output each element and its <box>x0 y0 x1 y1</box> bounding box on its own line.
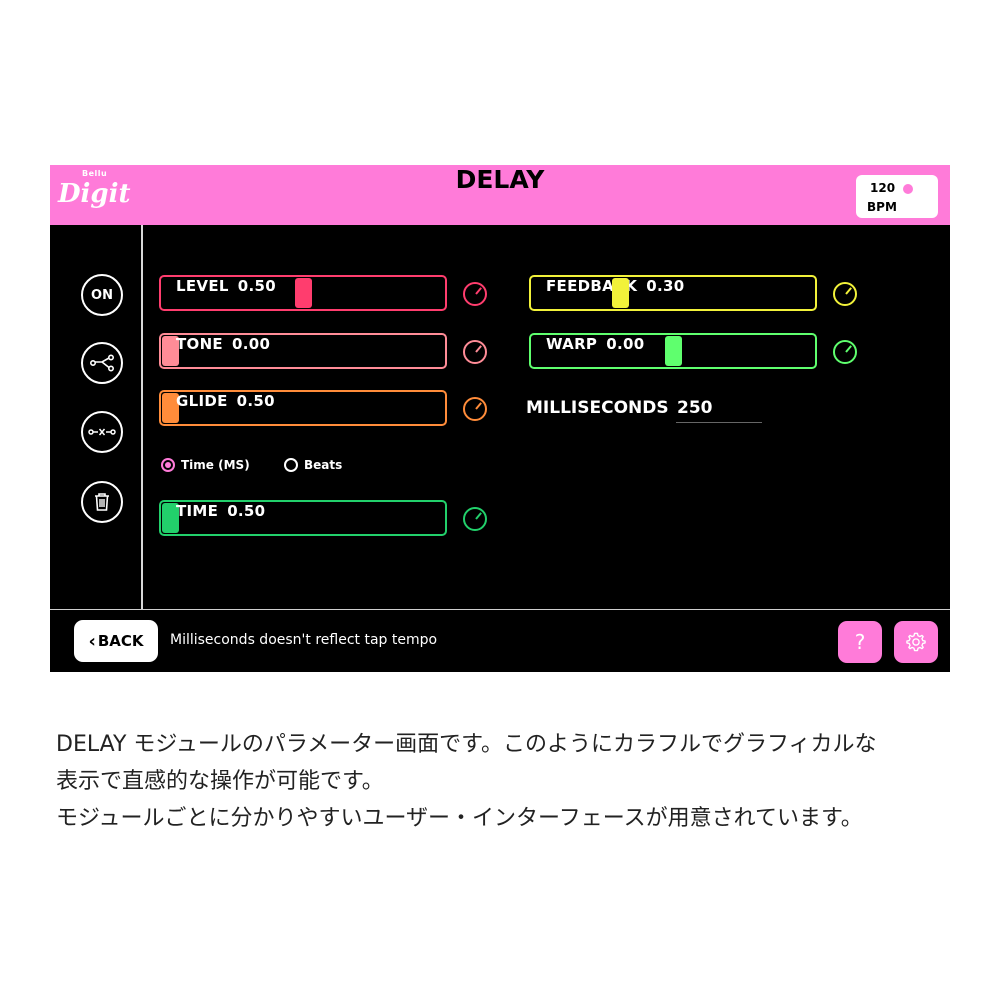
radio-time-ms-label: Time (MS) <box>181 458 250 472</box>
milliseconds-label: MILLISECONDS <box>526 398 669 418</box>
radio-time-ms-circle[interactable] <box>161 458 175 472</box>
delete-module-button[interactable] <box>81 481 123 523</box>
question-icon: ? <box>854 630 866 654</box>
radio-beats-circle[interactable] <box>284 458 298 472</box>
time-value: 0.50 <box>227 502 266 520</box>
warp-slider-text: WARP 0.00 <box>546 335 644 367</box>
on-toggle-button[interactable]: ON <box>81 274 123 316</box>
back-button[interactable]: ‹ BACK <box>74 620 158 662</box>
caption-text: DELAY モジュールのパラメーター画面です。このようにカラフルでグラフィカルな… <box>56 726 956 837</box>
feedback-slider[interactable]: FEEDBACK 0.30 <box>529 275 817 311</box>
link-icon <box>88 428 116 436</box>
level-slider-thumb[interactable] <box>294 278 312 308</box>
tone-slider[interactable]: TONE 0.00 <box>159 333 447 369</box>
help-button[interactable]: ? <box>838 621 882 663</box>
glide-value: 0.50 <box>236 392 275 410</box>
back-button-label: BACK <box>97 632 144 650</box>
on-toggle-label: ON <box>91 287 113 303</box>
radio-beats[interactable]: Beats <box>284 456 342 474</box>
settings-button[interactable] <box>894 621 938 663</box>
tone-label: TONE <box>176 335 223 353</box>
chevron-left-icon: ‹ <box>88 630 96 652</box>
tone-knob-icon[interactable] <box>463 340 487 364</box>
tempo-indicator-dot <box>903 184 913 194</box>
time-slider-text: TIME 0.50 <box>176 502 265 534</box>
page-title: DELAY <box>455 165 545 194</box>
feedback-knob-icon[interactable] <box>833 282 857 306</box>
time-knob-icon[interactable] <box>463 507 487 531</box>
warp-value: 0.00 <box>606 335 645 353</box>
rail-divider <box>141 225 143 609</box>
level-value: 0.50 <box>237 277 276 295</box>
time-label: TIME <box>176 502 219 520</box>
delay-module-screen: Bellu Digit DELAY 120 BPM ON LEVEL 0.50 … <box>50 165 950 672</box>
level-slider[interactable]: LEVEL 0.50 <box>159 275 447 311</box>
glide-slider[interactable]: GLIDE 0.50 <box>159 390 447 426</box>
glide-label: GLIDE <box>176 392 228 410</box>
level-knob-icon[interactable] <box>463 282 487 306</box>
warp-label: WARP <box>546 335 598 353</box>
warp-slider-thumb[interactable] <box>664 336 682 366</box>
bpm-value: 120 <box>870 181 896 195</box>
caption-line-3: モジュールごとに分かりやすいユーザー・インターフェースが用意されています。 <box>56 806 863 831</box>
feedback-value: 0.30 <box>646 277 685 295</box>
footer-divider <box>50 609 950 610</box>
glide-knob-icon[interactable] <box>463 397 487 421</box>
status-message: Milliseconds doesn't reflect tap tempo <box>170 632 438 648</box>
caption-line-2: 表示で直感的な操作が可能です。 <box>56 769 384 794</box>
caption-line-1: DELAY モジュールのパラメーター画面です。このようにカラフルでグラフィカルな <box>56 732 877 757</box>
module-actions-rail: ON <box>50 225 142 609</box>
radio-beats-label: Beats <box>304 458 343 472</box>
time-slider[interactable]: TIME 0.50 <box>159 500 447 536</box>
level-label: LEVEL <box>176 277 229 295</box>
bpm-unit: BPM <box>867 200 897 214</box>
radio-time-ms[interactable]: Time (MS) <box>161 456 250 474</box>
warp-knob-icon[interactable] <box>833 340 857 364</box>
feedback-slider-thumb[interactable] <box>611 278 629 308</box>
bpm-display[interactable]: 120 BPM <box>856 175 938 218</box>
glide-slider-text: GLIDE 0.50 <box>176 392 275 424</box>
trash-icon <box>95 493 109 511</box>
tone-slider-text: TONE 0.00 <box>176 335 270 367</box>
route-button[interactable] <box>81 342 123 384</box>
link-button[interactable] <box>81 411 123 453</box>
gear-icon <box>906 632 926 652</box>
share-icon <box>90 354 114 372</box>
warp-slider[interactable]: WARP 0.00 <box>529 333 817 369</box>
milliseconds-input[interactable] <box>676 393 762 423</box>
level-slider-text: LEVEL 0.50 <box>176 277 276 309</box>
tone-value: 0.00 <box>231 335 271 353</box>
header-bar: Bellu Digit DELAY 120 BPM <box>50 165 950 225</box>
